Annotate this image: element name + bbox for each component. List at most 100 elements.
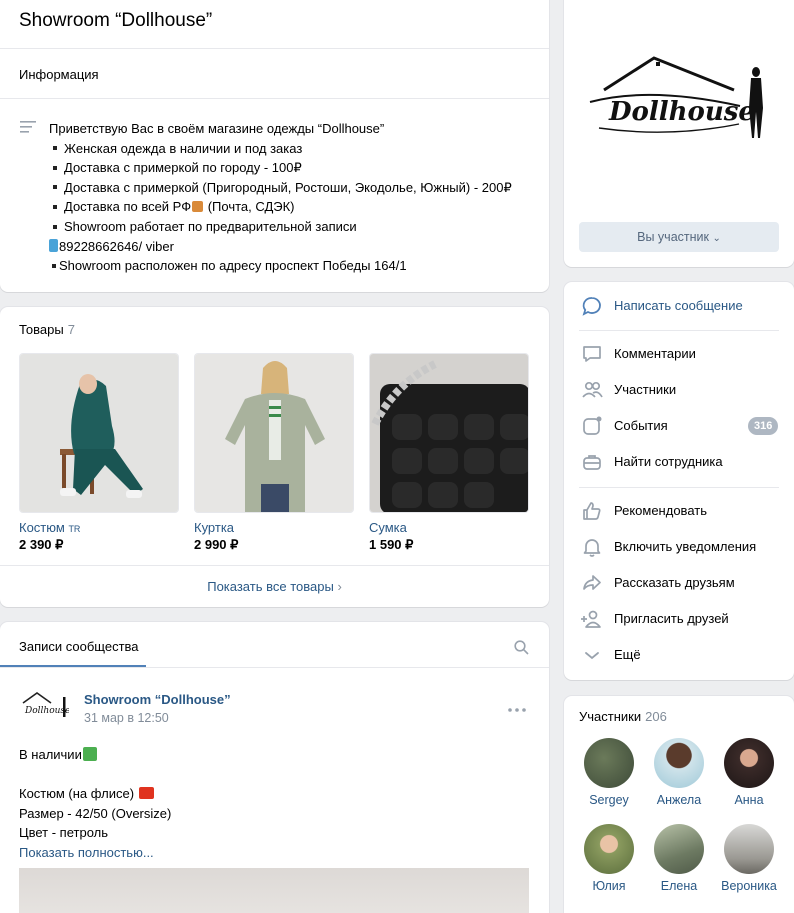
find-employee-link[interactable]: Найти сотрудника bbox=[580, 444, 780, 480]
package-icon bbox=[192, 201, 204, 213]
chevron-down-icon bbox=[585, 652, 599, 660]
goods-card: Товары 7 Костюм TR 2 390 ₽ Куртка 2 990 … bbox=[0, 307, 549, 607]
post-photo[interactable] bbox=[19, 868, 529, 913]
more-options-icon[interactable] bbox=[508, 708, 526, 712]
divider bbox=[0, 565, 549, 566]
phone-number[interactable]: 89228662646/ viber bbox=[59, 239, 174, 254]
goods-item-name[interactable]: Сумка bbox=[369, 520, 529, 535]
member-name[interactable]: Елена bbox=[643, 879, 715, 893]
check-mark-icon bbox=[82, 747, 97, 761]
chevron-right-icon: › bbox=[337, 579, 342, 594]
wall-card: Записи сообщества Dollhouse Showroom “Do… bbox=[0, 622, 549, 913]
members-count: 206 bbox=[645, 709, 667, 724]
member-item[interactable]: Вероника bbox=[713, 824, 785, 893]
svg-text:Dollhouse: Dollhouse bbox=[24, 706, 69, 716]
avatar[interactable] bbox=[654, 824, 704, 874]
post-author[interactable]: Showroom “Dollhouse” bbox=[84, 692, 231, 707]
member-name[interactable]: Вероника bbox=[713, 879, 785, 893]
member-name[interactable]: Анжела bbox=[643, 793, 715, 807]
avatar[interactable] bbox=[724, 738, 774, 788]
recommend-button[interactable]: Рекомендовать bbox=[580, 493, 780, 529]
avatar[interactable] bbox=[584, 824, 634, 874]
goods-count: 7 bbox=[67, 322, 75, 337]
info-line: Доставка с примеркой по городу - 100₽ bbox=[49, 158, 512, 178]
events-icon bbox=[583, 416, 602, 435]
members-icon bbox=[582, 381, 603, 398]
like-icon bbox=[583, 502, 601, 520]
goods-title[interactable]: Товары 7 bbox=[19, 322, 75, 337]
more-actions-button[interactable]: Ещё bbox=[580, 637, 780, 673]
info-line: Доставка по всей РФ (Почта, СДЭК) bbox=[49, 197, 512, 217]
divider bbox=[579, 330, 779, 331]
info-line: 89228662646/ viber bbox=[49, 237, 512, 257]
goods-item[interactable]: Куртка 2 990 ₽ bbox=[194, 353, 354, 553]
member-item[interactable]: Анна bbox=[713, 738, 785, 807]
goods-item-name[interactable]: Куртка bbox=[194, 520, 354, 535]
page-title: Showroom “Dollhouse” bbox=[19, 10, 213, 31]
add-user-icon bbox=[581, 610, 601, 628]
search-icon[interactable] bbox=[514, 640, 529, 655]
actions-card: Написать сообщение Комментарии Участники… bbox=[564, 282, 794, 680]
goods-item-price: 2 990 ₽ bbox=[194, 537, 239, 552]
share-button[interactable]: Рассказать друзьям bbox=[580, 565, 780, 601]
info-description: Приветствую Вас в своём магазине одежды … bbox=[49, 119, 512, 276]
member-status-button[interactable]: Вы участник ⌄ bbox=[579, 222, 779, 252]
member-item[interactable]: Анжела bbox=[643, 738, 715, 807]
member-item[interactable]: Елена bbox=[643, 824, 715, 893]
events-count-badge: 316 bbox=[748, 417, 779, 435]
avatar[interactable] bbox=[584, 738, 634, 788]
avatar[interactable] bbox=[724, 824, 774, 874]
community-info-card: Showroom “Dollhouse” Информация Приветст… bbox=[0, 0, 549, 292]
divider bbox=[0, 98, 549, 99]
info-line: Showroom расположен по адресу проспект П… bbox=[49, 256, 512, 276]
info-line: Showroom работает по предварительной зап… bbox=[49, 217, 512, 237]
post-date[interactable]: 31 мар в 12:50 bbox=[84, 711, 169, 725]
show-all-goods-link[interactable]: Показать все товары › bbox=[0, 579, 549, 594]
bell-icon bbox=[583, 539, 601, 557]
chevron-down-icon: ⌄ bbox=[712, 233, 721, 244]
community-avatar[interactable]: Dollhouse bbox=[19, 689, 69, 725]
show-full-post-link[interactable]: Показать полностью... bbox=[19, 843, 171, 863]
svg-text:Dollhouse: Dollhouse bbox=[608, 97, 755, 127]
divider bbox=[0, 667, 549, 668]
invite-friends-button[interactable]: Пригласить друзей bbox=[580, 601, 780, 637]
community-logo[interactable]: Dollhouse bbox=[584, 50, 774, 160]
goods-item-price: 2 390 ₽ bbox=[19, 537, 64, 552]
avatar[interactable] bbox=[654, 738, 704, 788]
member-item[interactable]: Sergey bbox=[573, 738, 645, 807]
phone-icon bbox=[49, 238, 58, 252]
member-name[interactable]: Анна bbox=[713, 793, 785, 807]
info-heading: Информация bbox=[19, 67, 99, 82]
info-line: Доставка с примеркой (Пригородный, Росто… bbox=[49, 178, 512, 198]
members-card: Участники 206 Sergey Анжела Анна Юлия Еле… bbox=[564, 696, 794, 913]
share-icon bbox=[583, 575, 601, 590]
goods-item[interactable]: Сумка 1 590 ₽ bbox=[369, 353, 529, 553]
message-icon bbox=[582, 297, 601, 316]
product-photo-bag[interactable] bbox=[369, 353, 529, 513]
comments-icon bbox=[583, 346, 601, 362]
member-name[interactable]: Sergey bbox=[573, 793, 645, 807]
product-photo-suit[interactable] bbox=[19, 353, 179, 513]
flag-icon bbox=[138, 787, 154, 799]
write-message-button[interactable]: Написать сообщение bbox=[580, 288, 780, 324]
briefcase-icon bbox=[583, 455, 601, 470]
member-name[interactable]: Юлия bbox=[573, 879, 645, 893]
community-cover-card: Dollhouse Вы участник ⌄ bbox=[564, 0, 794, 267]
member-item[interactable]: Юлия bbox=[573, 824, 645, 893]
product-photo-jacket[interactable] bbox=[194, 353, 354, 513]
goods-item-price: 1 590 ₽ bbox=[369, 537, 414, 552]
post-text: В наличии Костюм (на флисе) Размер - 42/… bbox=[19, 745, 171, 862]
comments-link[interactable]: Комментарии bbox=[580, 336, 780, 372]
members-title[interactable]: Участники 206 bbox=[579, 709, 667, 724]
description-icon bbox=[20, 121, 36, 133]
members-link[interactable]: Участники bbox=[580, 372, 780, 408]
info-line: Женская одежда в наличии и под заказ bbox=[49, 139, 512, 159]
divider bbox=[579, 487, 779, 488]
info-line: Приветствую Вас в своём магазине одежды … bbox=[49, 121, 385, 136]
goods-item-name[interactable]: Костюм TR bbox=[19, 520, 179, 535]
enable-notifications-button[interactable]: Включить уведомления bbox=[580, 529, 780, 565]
divider bbox=[0, 48, 549, 49]
events-link[interactable]: События 316 bbox=[580, 408, 780, 444]
goods-item[interactable]: Костюм TR 2 390 ₽ bbox=[19, 353, 179, 553]
tab-community-posts[interactable]: Записи сообщества bbox=[19, 639, 139, 654]
